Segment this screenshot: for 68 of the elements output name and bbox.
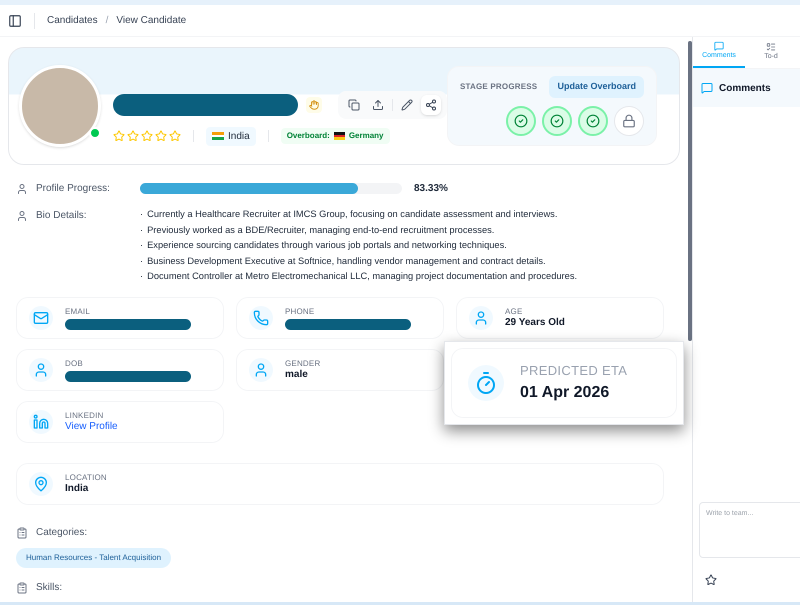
update-overboard-button[interactable]: Update Overboard xyxy=(549,76,644,98)
breadcrumb-link[interactable]: Candidates xyxy=(47,13,98,28)
breadcrumb-separator: / xyxy=(106,14,108,28)
hand-icon xyxy=(309,100,319,110)
upload-icon[interactable] xyxy=(372,98,384,110)
view-profile-link[interactable]: View Profile xyxy=(65,420,118,434)
copy-icon[interactable] xyxy=(348,98,360,110)
progress-reading: 83.33% xyxy=(414,182,448,196)
stage-progress-title: STAGE PROGRESS xyxy=(460,81,538,93)
field-label: GENDER xyxy=(285,358,320,369)
field-label: DOB xyxy=(65,358,84,368)
person-icon xyxy=(473,310,489,326)
field-value: 29 Years Old xyxy=(505,316,565,330)
person-icon xyxy=(33,362,49,378)
edit-icon[interactable] xyxy=(401,98,413,110)
clipboard-icon xyxy=(16,582,28,594)
bullet-mark: · xyxy=(140,254,144,268)
field-label: LINKEDIN xyxy=(65,410,104,421)
bio-line: Business Development Executive at Softnice, handling vendor management and contract details. xyxy=(147,254,546,268)
linkedin-icon xyxy=(33,414,49,430)
panel-title: Comments xyxy=(719,82,771,96)
flag-icon xyxy=(212,132,224,140)
comment-icon xyxy=(714,41,724,52)
field-value: 01 Apr 2026 xyxy=(520,382,610,402)
sidebar-toggle-icon[interactable] xyxy=(8,14,22,28)
lock-icon xyxy=(622,114,636,128)
bio-line: Previously worked as a BDE/Recruiter, managing end-to-end recruitment processes. xyxy=(147,224,494,236)
phone-icon xyxy=(253,310,269,326)
bullet-mark: · xyxy=(140,239,144,252)
field-value: India xyxy=(65,482,90,496)
scrollbar-thumb[interactable] xyxy=(688,41,692,341)
section-label: Categories: xyxy=(36,526,88,540)
breadcrumb-current: View Candidate xyxy=(116,14,186,28)
section-label: Skills: xyxy=(36,581,62,595)
check-circle-icon xyxy=(514,114,528,128)
mail-icon xyxy=(33,310,49,326)
check-circle-icon xyxy=(550,114,564,128)
field-value: male xyxy=(285,368,309,382)
bullet-mark: · xyxy=(140,270,144,283)
category-tag: Human Resources - Talent Acquisition xyxy=(16,548,172,568)
field-label: LOCATION xyxy=(65,472,107,483)
share-icon xyxy=(425,98,437,110)
field-label: PREDICTED ETA xyxy=(520,362,628,380)
field-label: EMAIL xyxy=(65,306,92,316)
bio-line: Currently a Healthcare Recruiter at IMCS Group, focusing on candidate assessment and interviews. xyxy=(147,208,558,221)
country-badge: India xyxy=(206,126,256,146)
section-label: Bio Details: xyxy=(36,209,87,223)
comment-icon xyxy=(701,82,713,94)
check-circle-icon xyxy=(586,114,600,128)
bullet-mark: · xyxy=(140,224,144,236)
map-pin-icon xyxy=(33,476,49,492)
star-icon[interactable] xyxy=(705,574,717,586)
person-icon xyxy=(253,362,269,378)
field-label: AGE xyxy=(505,306,524,317)
clipboard-icon xyxy=(16,526,28,538)
share-button[interactable] xyxy=(421,94,441,114)
section-label: Profile Progress: xyxy=(36,182,110,196)
timer-icon xyxy=(474,370,498,395)
flag-icon xyxy=(334,132,345,140)
person-icon xyxy=(16,182,28,194)
overboard-badge: Overboard: Germany xyxy=(280,128,390,144)
bio-line: Document Controller at Metro Electromechanical LLC, managing project documentation and procedures. xyxy=(147,270,578,283)
person-icon xyxy=(16,210,28,222)
bio-line: Experience sourcing candidates through various job portals and networking techniques. xyxy=(147,239,507,252)
field-label: PHONE xyxy=(285,306,316,316)
star-rating[interactable] xyxy=(113,130,181,142)
bullet-mark: · xyxy=(140,208,144,221)
checklist-icon xyxy=(766,42,776,52)
